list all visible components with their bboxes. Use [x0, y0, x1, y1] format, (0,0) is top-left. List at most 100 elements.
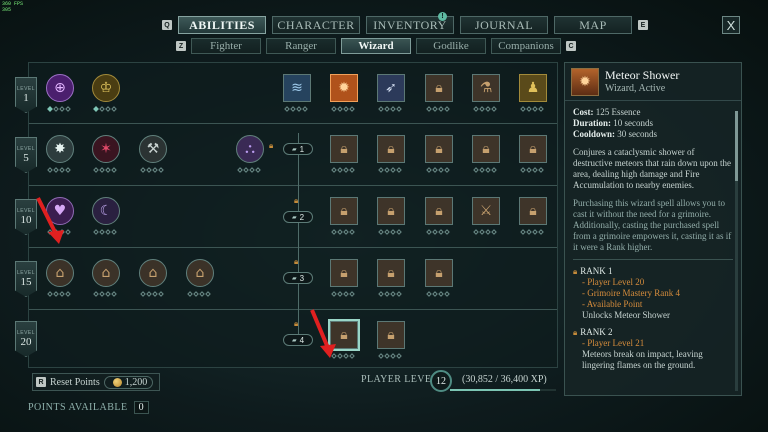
rank-pips: [140, 167, 164, 173]
skill-locked-r1-a[interactable]: 🔒︎: [425, 74, 453, 102]
skill-locked-r4-a[interactable]: 🔒︎: [330, 259, 358, 287]
skill-locked-r2-a[interactable]: 🔒︎: [330, 135, 358, 163]
skill-locked-r4-c[interactable]: 🔒︎: [425, 259, 453, 287]
skill-locked-r4-b[interactable]: 🔒︎: [377, 259, 405, 287]
rank-pips: [378, 167, 402, 173]
meteor-shower-icon: ✹: [571, 68, 599, 96]
skill-ice-lance[interactable]: ≋: [283, 74, 311, 102]
tab-abilities[interactable]: ABILITIES: [178, 16, 266, 34]
skill-locked-shrine-a[interactable]: ⌂: [46, 259, 74, 287]
skill-arcane-missile[interactable]: ⊕: [46, 74, 74, 102]
rank-pips: [473, 229, 497, 235]
skill-locked-r1-b[interactable]: ⚗: [472, 74, 500, 102]
rank-pips: [520, 167, 544, 173]
rank-pips: [331, 229, 355, 235]
skill-locked-r5-b[interactable]: 🔒︎: [377, 321, 405, 349]
ability-name: Meteor Shower: [605, 68, 680, 82]
skill-locked-shrine-d[interactable]: ⌂: [186, 259, 214, 287]
rank-pips: [93, 229, 117, 235]
player-level-label: PLAYER LEVEL: [361, 374, 438, 385]
rank-pips: [140, 291, 164, 297]
rank-1-section: 🔒︎ RANK 1 - Player Level 20 - Grimoire Ma…: [573, 259, 733, 371]
ability-detail-panel: ✹ Meteor Shower Wizard, Active Cost: 125…: [564, 62, 742, 396]
rank-pips: [520, 106, 544, 112]
skill-mace[interactable]: ⚒: [139, 135, 167, 163]
level-badge-1: LEVEL 1: [15, 77, 37, 113]
class-tab-wizard[interactable]: Wizard: [341, 38, 411, 54]
skill-blood-shards[interactable]: ✶: [92, 135, 120, 163]
rank-pips: [47, 291, 71, 297]
ability-description: Conjures a cataclysmic shower of destruc…: [573, 147, 731, 190]
level-badge-20: LEVEL 20: [15, 321, 37, 357]
level-badge-5: LEVEL 5: [15, 137, 37, 173]
ability-duration: Duration: 10 seconds: [573, 118, 653, 128]
reset-points-button[interactable]: R Reset Points 1,200: [32, 373, 161, 391]
tab-character[interactable]: CHARACTER: [272, 16, 360, 34]
class-tab-godlike[interactable]: Godlike: [416, 38, 486, 54]
skill-locked-r3-a[interactable]: 🔒︎: [330, 197, 358, 225]
class-tab-ranger[interactable]: Ranger: [266, 38, 336, 54]
gate-connector-line: [298, 133, 299, 345]
close-button[interactable]: X: [722, 16, 740, 34]
skill-meteor-shower[interactable]: ✹: [330, 74, 358, 102]
rank-pips: [331, 167, 355, 173]
main-tabs: Q ABILITIES CHARACTER INVENTORY JOURNAL …: [162, 16, 648, 34]
xp-readout: (30,852 / 36,400 XP): [462, 374, 547, 385]
reset-cost: 1,200: [103, 375, 154, 389]
class-next-key[interactable]: C: [566, 41, 576, 51]
fps-counter: 360 FPS 305: [2, 1, 24, 13]
rank-pips: [473, 167, 497, 173]
tab-prev-key[interactable]: Q: [162, 20, 172, 30]
skill-locked-shrine-c[interactable]: ⌂: [139, 259, 167, 287]
ability-cost: Cost: 125 Essence: [573, 107, 641, 117]
skill-locked-r3-d[interactable]: ⚔: [472, 197, 500, 225]
row-divider: [29, 185, 557, 186]
skill-arcane-dome[interactable]: ⛬: [236, 135, 264, 163]
class-tab-fighter[interactable]: Fighter: [191, 38, 261, 54]
rank-pips: [331, 291, 355, 297]
rank-pips: [187, 291, 211, 297]
rank-pips: [426, 167, 450, 173]
skill-arcane-claw[interactable]: ☾: [92, 197, 120, 225]
tab-next-key[interactable]: E: [638, 20, 648, 30]
lock-icon: 🔒︎: [294, 319, 299, 328]
skill-locked-r3-e[interactable]: 🔒︎: [519, 197, 547, 225]
tab-journal[interactable]: JOURNAL: [460, 16, 548, 34]
rank-pips: [47, 106, 71, 112]
red-arrow-marker: [36, 197, 64, 244]
skill-golden-ward[interactable]: ♔: [92, 74, 120, 102]
lock-icon: 🔒︎: [294, 257, 299, 266]
rank-pips: [284, 106, 308, 112]
rank-pips: [378, 229, 402, 235]
xp-progress-fill: [450, 389, 540, 391]
class-prev-key[interactable]: Z: [176, 41, 186, 51]
rank-pips: [93, 106, 117, 112]
rank-pips: [378, 291, 402, 297]
skill-locked-shrine-b[interactable]: ⌂: [92, 259, 120, 287]
detail-scrollbar-thumb[interactable]: [735, 111, 738, 181]
reset-label: Reset Points: [50, 376, 100, 388]
skill-golden-figure[interactable]: ♟: [519, 74, 547, 102]
skill-locked-r2-c[interactable]: 🔒︎: [425, 135, 453, 163]
rank-pips: [473, 106, 497, 112]
class-tab-companions[interactable]: Companions: [491, 38, 561, 54]
detail-scrollbar[interactable]: [735, 111, 738, 391]
level-badge-15: LEVEL 15: [15, 261, 37, 297]
skill-locked-r2-d[interactable]: 🔒︎: [472, 135, 500, 163]
skill-ice-burst[interactable]: ✸: [46, 135, 74, 163]
lock-icon: 🔒︎: [573, 267, 578, 276]
row-divider: [29, 309, 557, 310]
player-level-value: 12: [430, 370, 452, 392]
class-tabs: Z Fighter Ranger Wizard Godlike Companio…: [176, 38, 576, 54]
rank-pips: [93, 167, 117, 173]
row-divider: [29, 123, 557, 124]
grimoire-gate-3: ▰ 3: [283, 272, 313, 284]
tab-map[interactable]: MAP: [554, 16, 632, 34]
skill-locked-r3-b[interactable]: 🔒︎: [377, 197, 405, 225]
lock-icon: 🔒︎: [269, 141, 274, 150]
skill-locked-r2-b[interactable]: 🔒︎: [377, 135, 405, 163]
skill-locked-r2-e[interactable]: 🔒︎: [519, 135, 547, 163]
skill-locked-r3-c[interactable]: 🔒︎: [425, 197, 453, 225]
skill-spear[interactable]: ➶: [377, 74, 405, 102]
rank-pips: [426, 291, 450, 297]
